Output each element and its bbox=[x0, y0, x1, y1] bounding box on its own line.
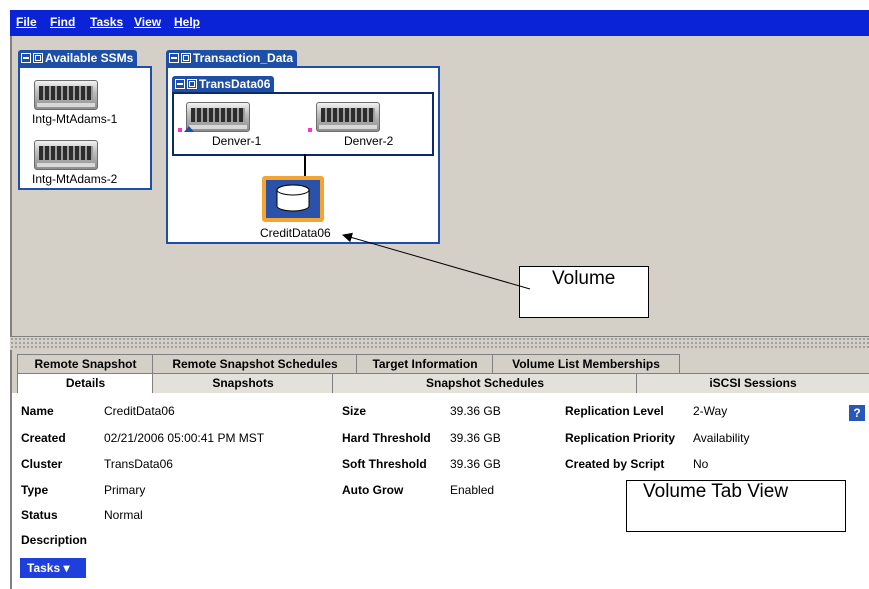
menu-bar: File Find Tasks View Help bbox=[10, 10, 869, 36]
tab-target-information[interactable]: Target Information bbox=[356, 354, 494, 374]
menu-file[interactable]: File bbox=[16, 15, 37, 29]
field-label: Replication Level bbox=[565, 404, 664, 418]
menu-help[interactable]: Help bbox=[174, 15, 200, 29]
storage-server-icon[interactable] bbox=[186, 102, 250, 132]
tab-snapshot-schedules[interactable]: Snapshot Schedules bbox=[332, 373, 638, 393]
volume-tab-view-callout: Volume Tab View bbox=[626, 480, 846, 532]
available-ssms-tab[interactable]: Available SSMs bbox=[18, 50, 138, 66]
field-value: Primary bbox=[104, 483, 146, 497]
field-label: Cluster bbox=[21, 457, 63, 471]
volume-tab-view-callout-text: Volume Tab View bbox=[643, 481, 789, 502]
field-label: Size bbox=[342, 404, 367, 418]
management-group-title: Transaction_Data bbox=[193, 51, 294, 65]
management-group: TransData06 Denver-1 Denver-2 CreditData… bbox=[166, 66, 440, 244]
node-label[interactable]: Denver-2 bbox=[344, 134, 393, 148]
field-label: Created by Script bbox=[565, 457, 665, 471]
menu-find[interactable]: Find bbox=[50, 15, 75, 29]
window-icon[interactable] bbox=[33, 53, 43, 63]
field-value: 39.36 GB bbox=[450, 431, 501, 445]
volume-label[interactable]: CreditData06 bbox=[260, 226, 331, 240]
field-value: Normal bbox=[104, 508, 143, 522]
tasks-menu-button[interactable]: Tasks ▾ bbox=[20, 558, 86, 578]
field-value: 2-Way bbox=[693, 404, 728, 418]
field-label: Name bbox=[21, 404, 54, 418]
window-icon[interactable] bbox=[187, 79, 197, 89]
management-group-tab[interactable]: Transaction_Data bbox=[166, 50, 298, 66]
ssm-label[interactable]: Intg-MtAdams-2 bbox=[32, 172, 117, 186]
tasks-button-label: Tasks ▾ bbox=[27, 561, 70, 575]
field-value: 39.36 GB bbox=[450, 457, 501, 471]
status-marker-icon bbox=[308, 128, 312, 132]
field-label: Type bbox=[21, 483, 49, 497]
ssm-label[interactable]: Intg-MtAdams-1 bbox=[32, 112, 117, 126]
field-label: Created bbox=[21, 431, 66, 445]
field-label: Status bbox=[21, 508, 58, 522]
tab-remote-snapshot-schedules[interactable]: Remote Snapshot Schedules bbox=[152, 354, 358, 374]
tab-remote-snapshot[interactable]: Remote Snapshot bbox=[17, 354, 154, 374]
field-value: 02/21/2006 05:00:41 PM MST bbox=[104, 431, 265, 445]
cluster-group: Denver-1 Denver-2 bbox=[172, 92, 434, 156]
tab-iscsi-sessions[interactable]: iSCSI Sessions bbox=[636, 373, 869, 393]
volume-callout-text: Volume bbox=[552, 268, 616, 289]
menu-tasks[interactable]: Tasks bbox=[90, 15, 123, 29]
field-label: Soft Threshold bbox=[342, 457, 427, 471]
field-label: Replication Priority bbox=[565, 431, 676, 445]
tab-snapshots[interactable]: Snapshots bbox=[152, 373, 334, 393]
node-label[interactable]: Denver-1 bbox=[212, 134, 261, 148]
volume-selection-frame[interactable] bbox=[262, 176, 324, 222]
collapse-icon[interactable] bbox=[175, 79, 185, 89]
field-value: Enabled bbox=[450, 483, 495, 497]
field-label: Description bbox=[21, 533, 88, 547]
tab-details[interactable]: Details bbox=[17, 373, 154, 393]
field-value: No bbox=[693, 457, 709, 471]
status-marker-icon bbox=[178, 128, 182, 132]
field-value: CreditData06 bbox=[104, 404, 175, 418]
storage-server-icon[interactable] bbox=[34, 80, 98, 110]
volume-icon[interactable] bbox=[266, 180, 320, 218]
collapse-icon[interactable] bbox=[169, 53, 179, 63]
pane-splitter[interactable] bbox=[10, 336, 869, 351]
window-icon[interactable] bbox=[181, 53, 191, 63]
cluster-title: TransData06 bbox=[199, 77, 271, 91]
collapse-icon[interactable] bbox=[21, 53, 31, 63]
available-ssms-title: Available SSMs bbox=[45, 51, 134, 65]
storage-server-icon[interactable] bbox=[316, 102, 380, 132]
cluster-tab[interactable]: TransData06 bbox=[172, 76, 275, 92]
field-value: 39.36 GB bbox=[450, 404, 501, 418]
help-icon[interactable]: ? bbox=[849, 405, 865, 421]
field-label: Hard Threshold bbox=[342, 431, 431, 445]
network-map-pane: Available SSMs Intg-MtAdams-1 Intg-MtAda… bbox=[10, 36, 869, 336]
field-label: Auto Grow bbox=[342, 483, 404, 497]
available-ssms-group: Intg-MtAdams-1 Intg-MtAdams-2 bbox=[18, 66, 152, 190]
field-value: Availability bbox=[693, 431, 750, 445]
connector-line bbox=[304, 154, 306, 176]
manager-indicator-icon bbox=[184, 126, 194, 132]
storage-server-icon[interactable] bbox=[34, 140, 98, 170]
menu-view[interactable]: View bbox=[134, 15, 161, 29]
field-value: TransData06 bbox=[104, 457, 173, 471]
volume-callout: Volume bbox=[519, 266, 649, 318]
tab-volume-list-memberships[interactable]: Volume List Memberships bbox=[492, 354, 680, 374]
